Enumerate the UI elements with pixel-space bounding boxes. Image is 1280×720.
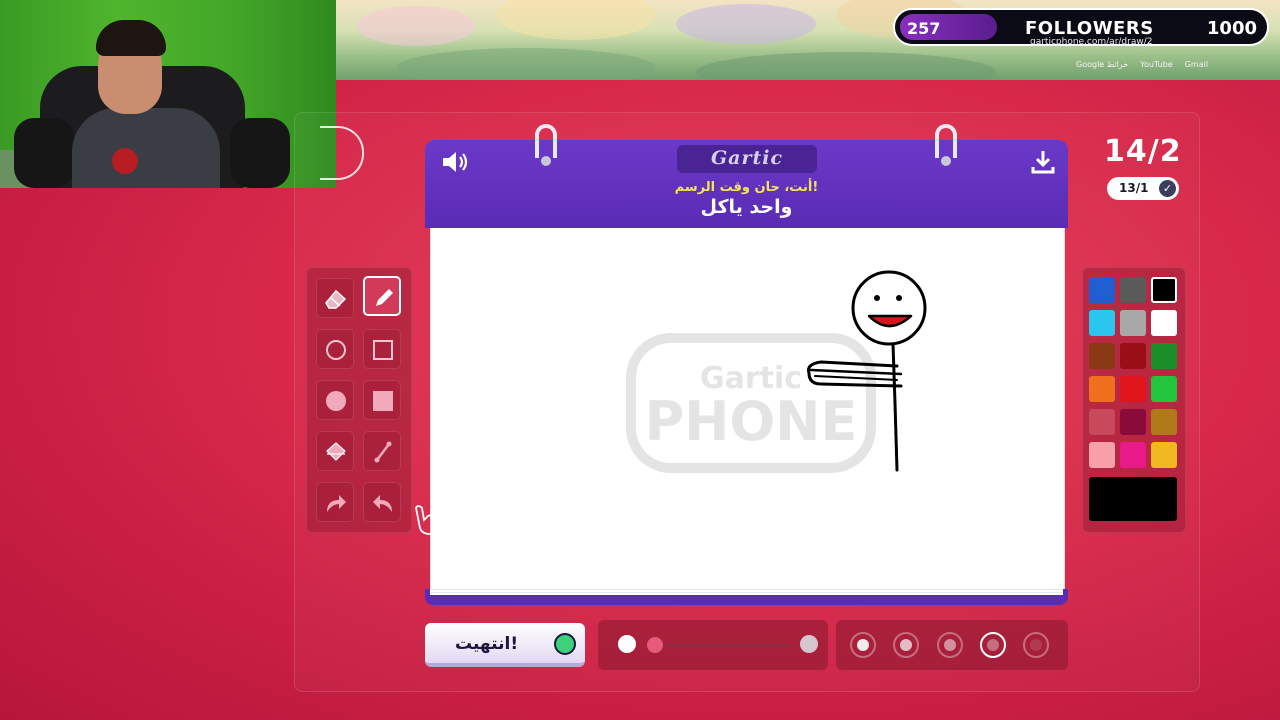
done-button[interactable]: انتهيت! bbox=[425, 623, 585, 667]
done-button-label: انتهيت! bbox=[455, 634, 519, 654]
sub-round-text: 13/1 bbox=[1119, 181, 1149, 195]
webcam-feed bbox=[0, 0, 336, 188]
square-outline-icon bbox=[373, 340, 393, 360]
undo-icon bbox=[373, 495, 392, 512]
opacity-dot bbox=[987, 639, 999, 651]
redo-tool[interactable] bbox=[316, 482, 354, 522]
prompt-word: واحد ياكل bbox=[700, 196, 793, 218]
color-swatch[interactable] bbox=[1120, 310, 1146, 336]
color-swatch[interactable] bbox=[1151, 343, 1177, 369]
banner-art bbox=[496, 0, 656, 40]
notebook-header: Gartic أنت، حان وقت الرسم! واحد ياكل bbox=[425, 140, 1068, 228]
draw-hint: أنت، حان وقت الرسم! bbox=[674, 180, 819, 195]
sub-round-badge: 13/1 ✓ bbox=[1107, 177, 1179, 200]
opacity-dot bbox=[944, 639, 956, 651]
drawing-notebook: Gartic أنت، حان وقت الرسم! واحد ياكل Gar… bbox=[425, 124, 1068, 605]
webcam-shirt bbox=[72, 108, 220, 188]
banner-art bbox=[676, 4, 816, 44]
notebook-bottom bbox=[425, 589, 1068, 605]
redo-icon bbox=[327, 495, 346, 512]
notebook-ring bbox=[935, 124, 957, 166]
opacity-dot bbox=[1030, 639, 1042, 651]
color-swatch[interactable] bbox=[1151, 409, 1177, 435]
bookmark-item[interactable]: Gmail bbox=[1185, 60, 1208, 69]
color-swatch[interactable] bbox=[1151, 442, 1177, 468]
gartic-phone-watermark: Gartic PHONE bbox=[626, 333, 876, 473]
circle-filled-icon bbox=[326, 391, 346, 411]
color-swatch[interactable] bbox=[1120, 442, 1146, 468]
brush-size-min-dot[interactable] bbox=[618, 635, 636, 653]
brand-logo: Gartic bbox=[710, 147, 784, 169]
banner-art bbox=[356, 6, 476, 46]
followers-count: 257 bbox=[907, 19, 941, 38]
browser-url: garticphone.com/ar/draw/2 bbox=[1030, 37, 1153, 47]
followers-goal: 1000 bbox=[1206, 18, 1257, 39]
tool-panel bbox=[306, 267, 412, 533]
pencil-icon bbox=[376, 289, 393, 306]
notebook-ring bbox=[535, 124, 557, 166]
color-swatch[interactable] bbox=[1089, 310, 1115, 336]
opacity-option[interactable] bbox=[937, 632, 963, 658]
download-icon[interactable] bbox=[1031, 149, 1055, 175]
color-swatch[interactable] bbox=[1089, 277, 1115, 303]
color-swatch[interactable] bbox=[1089, 442, 1115, 468]
color-swatch[interactable] bbox=[1089, 409, 1115, 435]
webcam-shirt-logo bbox=[112, 148, 138, 174]
bookmark-item[interactable]: Google خرائط bbox=[1076, 60, 1128, 69]
fill-bucket-tool[interactable] bbox=[316, 431, 354, 471]
round-counter: 14/2 bbox=[1104, 134, 1182, 169]
ellipse-filled-tool[interactable] bbox=[316, 380, 354, 420]
check-icon bbox=[554, 633, 576, 655]
eraser-icon bbox=[325, 289, 347, 309]
opacity-option[interactable] bbox=[893, 632, 919, 658]
color-swatch[interactable] bbox=[1120, 277, 1146, 303]
rect-outline-tool[interactable] bbox=[363, 329, 401, 369]
opacity-option[interactable] bbox=[1023, 632, 1049, 658]
bucket-icon bbox=[326, 442, 346, 461]
rect-filled-tool[interactable] bbox=[363, 380, 401, 420]
banner-art bbox=[696, 52, 996, 80]
webcam-chair-arm bbox=[230, 118, 290, 188]
banner-art bbox=[396, 48, 656, 80]
color-swatch[interactable] bbox=[1151, 376, 1177, 402]
brush-size-max-dot[interactable] bbox=[800, 635, 818, 653]
color-swatch[interactable] bbox=[1120, 376, 1146, 402]
color-swatch[interactable] bbox=[1089, 343, 1115, 369]
svg-text:PHONE: PHONE bbox=[645, 390, 858, 453]
opacity-dot bbox=[900, 639, 912, 651]
current-color-preview bbox=[1089, 477, 1177, 521]
eraser-tool[interactable] bbox=[316, 278, 354, 318]
color-swatch[interactable] bbox=[1089, 376, 1115, 402]
color-swatch[interactable] bbox=[1151, 310, 1177, 336]
check-icon: ✓ bbox=[1159, 180, 1176, 197]
brush-size-track[interactable] bbox=[652, 644, 790, 646]
color-swatch[interactable] bbox=[1120, 409, 1146, 435]
brush-size-slider-thumb[interactable] bbox=[647, 637, 663, 653]
notebook-pages bbox=[430, 589, 1063, 595]
webcam-hair bbox=[96, 20, 166, 56]
circle-outline-icon bbox=[326, 340, 346, 360]
line-tool[interactable] bbox=[363, 431, 401, 471]
color-swatch[interactable] bbox=[1120, 343, 1146, 369]
speaker-icon[interactable] bbox=[440, 149, 470, 175]
pencil-tool[interactable] bbox=[363, 276, 401, 316]
canvas-drawing: Gartic PHONE bbox=[626, 270, 927, 473]
webcam-chair-arm bbox=[14, 118, 74, 188]
followers-label: FOLLOWERS bbox=[1025, 18, 1154, 39]
drawing-canvas[interactable]: Gartic PHONE bbox=[430, 228, 1065, 590]
bookmarks-bar: Google خرائط YouTube Gmail bbox=[1076, 60, 1208, 69]
ellipse-outline-tool[interactable] bbox=[316, 329, 354, 369]
opacity-option[interactable] bbox=[850, 632, 876, 658]
opacity-dot bbox=[857, 639, 869, 651]
undo-tool[interactable] bbox=[363, 482, 401, 522]
opacity-option-selected[interactable] bbox=[980, 632, 1006, 658]
color-swatch[interactable] bbox=[1151, 277, 1177, 303]
line-icon bbox=[374, 441, 392, 463]
square-filled-icon bbox=[373, 391, 393, 411]
hand-cursor-icon bbox=[415, 505, 441, 535]
bookmark-item[interactable]: YouTube bbox=[1140, 60, 1173, 69]
